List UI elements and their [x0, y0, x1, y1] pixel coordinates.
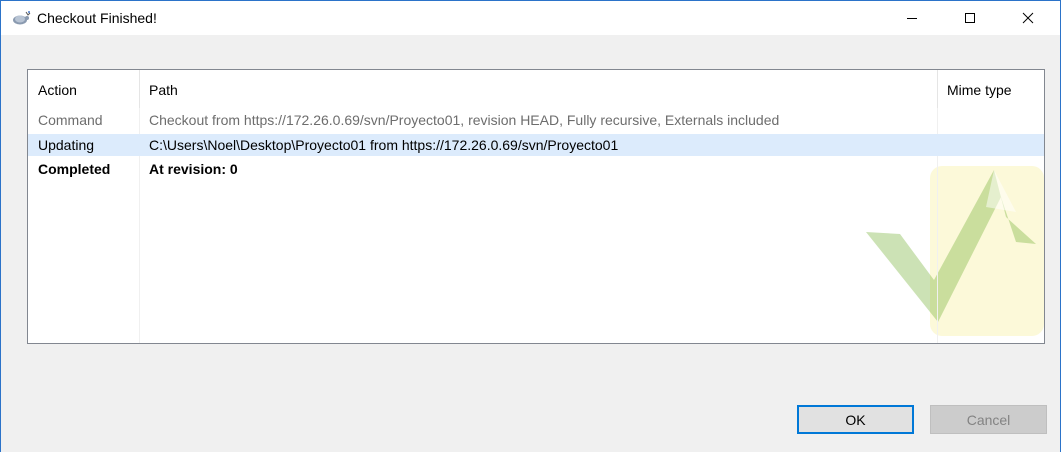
title-bar[interactable]: Checkout Finished!	[1, 1, 1060, 35]
list-row-updating[interactable]: Updating C:\Users\Noel\Desktop\Proyecto0…	[28, 134, 1044, 156]
close-icon	[1022, 12, 1034, 24]
maximize-icon	[965, 13, 975, 23]
row-action: Completed	[38, 161, 111, 177]
cancel-button[interactable]: Cancel	[930, 405, 1047, 434]
list-row-completed[interactable]: Completed At revision: 0	[28, 158, 1044, 180]
checkout-dialog: Checkout Finished! Action Path Mime type…	[0, 0, 1061, 452]
ok-button[interactable]: OK	[797, 405, 914, 434]
maximize-button[interactable]	[947, 1, 993, 35]
list-row-command[interactable]: Command Checkout from https://172.26.0.6…	[28, 109, 1044, 131]
minimize-icon	[907, 18, 917, 19]
close-button[interactable]	[1005, 1, 1051, 35]
row-mime	[937, 134, 1044, 156]
row-mime	[937, 109, 1044, 131]
minimize-button[interactable]	[889, 1, 935, 35]
row-path: Checkout from https://172.26.0.69/svn/Pr…	[149, 112, 780, 128]
results-list[interactable]: Action Path Mime type Command Checkout f…	[27, 69, 1045, 344]
row-action: Command	[38, 112, 103, 128]
list-header: Action Path Mime type	[28, 70, 1044, 108]
window-title: Checkout Finished!	[37, 10, 157, 26]
column-header-path[interactable]: Path	[139, 70, 937, 108]
row-action: Updating	[38, 137, 95, 153]
row-mime	[937, 158, 1044, 180]
row-path: At revision: 0	[149, 161, 238, 177]
column-header-mime-type[interactable]: Mime type	[937, 70, 1044, 108]
tortoisesvn-icon	[13, 11, 31, 25]
row-path: C:\Users\Noel\Desktop\Proyecto01 from ht…	[149, 137, 619, 153]
checkmark-watermark-icon	[866, 166, 1044, 336]
column-header-action[interactable]: Action	[28, 70, 139, 108]
